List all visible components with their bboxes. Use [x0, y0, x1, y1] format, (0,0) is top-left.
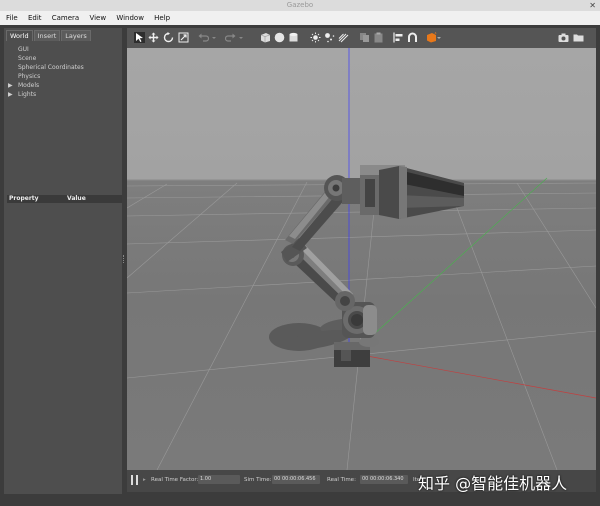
directional-light-icon[interactable] [338, 32, 349, 43]
tree-item-lights[interactable]: ▶ Lights [8, 90, 84, 99]
real-time-value: 00 00:00:06.340 [360, 475, 408, 484]
property-header: Property Value [7, 195, 122, 203]
panel-splitter[interactable] [123, 255, 126, 263]
window-title: Gazebo [286, 1, 314, 9]
expand-arrow-icon[interactable]: ▶ [8, 81, 13, 90]
point-light-icon[interactable] [310, 32, 321, 43]
tab-world[interactable]: World [6, 30, 33, 41]
redo-history-icon[interactable] [238, 32, 244, 43]
tree-item-spherical-coordinates[interactable]: Spherical Coordinates [8, 63, 84, 72]
select-mode-icon[interactable] [134, 32, 145, 43]
property-column-header: Property [9, 195, 39, 202]
menu-window[interactable]: Window [116, 11, 144, 25]
tab-layers[interactable]: Layers [61, 30, 91, 41]
tree-item-physics[interactable]: Physics [8, 72, 84, 81]
menu-edit[interactable]: Edit [28, 11, 42, 25]
log-folder-icon[interactable] [573, 32, 584, 43]
pause-button[interactable] [131, 475, 139, 485]
sphere-shape-icon[interactable] [274, 32, 285, 43]
left-panel-tabs: World Insert Layers [6, 30, 91, 41]
expand-arrow-icon[interactable]: ▶ [8, 90, 13, 99]
menu-view[interactable]: View [89, 11, 106, 25]
redo-icon[interactable] [225, 32, 236, 43]
spot-light-icon[interactable] [324, 32, 335, 43]
box-shape-icon[interactable] [260, 32, 271, 43]
tab-insert[interactable]: Insert [33, 30, 61, 41]
scene-canvas [127, 48, 596, 470]
translate-mode-icon[interactable] [148, 32, 159, 43]
screenshot-camera-icon[interactable] [558, 32, 569, 43]
tree-item-label: Physics [18, 73, 41, 80]
scale-mode-icon[interactable] [178, 32, 189, 43]
undo-icon[interactable] [198, 32, 209, 43]
watermark-text: 知乎 @智能佳机器人 [418, 474, 568, 493]
pause-icon [131, 475, 133, 485]
step-icon[interactable]: ▸ [143, 476, 146, 484]
world-tree: GUI Scene Spherical Coordinates Physics … [8, 45, 84, 99]
tree-item-gui[interactable]: GUI [8, 45, 84, 54]
3d-viewport[interactable] [127, 48, 596, 470]
tree-item-label: Spherical Coordinates [18, 64, 84, 71]
snap-magnet-icon[interactable] [407, 32, 418, 43]
toolbar [127, 28, 596, 48]
real-time-label: Real Time: [327, 477, 356, 483]
tree-item-scene[interactable]: Scene [8, 54, 84, 63]
copy-icon[interactable] [359, 32, 370, 43]
pause-icon [136, 475, 138, 485]
left-panel: World Insert Layers GUI Scene Spherical … [4, 28, 122, 494]
close-icon[interactable]: ✕ [589, 0, 596, 11]
align-icon[interactable] [393, 32, 404, 43]
real-time-factor-value: 1.00 [198, 475, 240, 484]
tree-item-label: GUI [18, 46, 29, 53]
paste-icon[interactable] [373, 32, 384, 43]
undo-history-icon[interactable] [211, 32, 217, 43]
tree-item-label: Models [18, 82, 40, 89]
sim-time-value: 00 00:00:06.456 [272, 475, 320, 484]
x-axis-line [366, 355, 596, 399]
change-view-dropdown-icon[interactable] [436, 32, 442, 43]
rotate-mode-icon[interactable] [163, 32, 174, 43]
tree-item-label: Scene [18, 55, 37, 62]
value-column-header: Value [67, 195, 86, 202]
window-titlebar: Gazebo ✕ [0, 0, 600, 11]
real-time-factor-label: Real Time Factor: [151, 477, 199, 483]
menu-help[interactable]: Help [154, 11, 170, 25]
cylinder-shape-icon[interactable] [288, 32, 299, 43]
menu-file[interactable]: File [6, 11, 18, 25]
sim-time-label: Sim Time: [244, 477, 272, 483]
menu-camera[interactable]: Camera [52, 11, 79, 25]
tree-item-models[interactable]: ▶ Models [8, 81, 84, 90]
menu-bar: File Edit Camera View Window Help [0, 11, 600, 25]
tree-item-label: Lights [18, 91, 37, 98]
